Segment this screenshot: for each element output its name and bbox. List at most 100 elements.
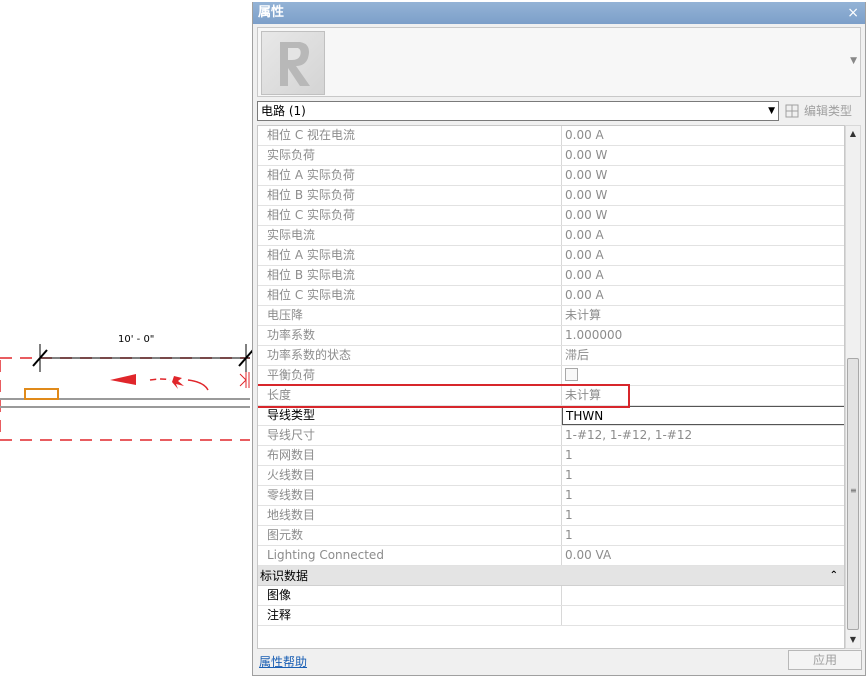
property-value: 未计算 xyxy=(565,388,602,402)
edit-type-label: 编辑类型 xyxy=(804,104,853,118)
revit-logo-icon xyxy=(280,42,310,86)
properties-grid: 相位 C 视在电流 0.00 A 实际负荷 0.00 W 相位 A 实际负荷 0… xyxy=(257,125,845,649)
property-label: 相位 A 实际负荷 xyxy=(258,166,562,185)
property-value: 0.00 A xyxy=(565,228,604,242)
property-label: 相位 C 实际负荷 xyxy=(258,206,562,225)
property-value: 1 xyxy=(565,528,573,542)
property-label: 相位 B 实际负荷 xyxy=(258,186,562,205)
property-label: 平衡负荷 xyxy=(258,366,562,385)
property-row[interactable]: 相位 C 实际电流 0.00 A xyxy=(258,286,844,306)
collapse-icon[interactable]: ⌃ xyxy=(830,566,838,586)
property-label: 地线数目 xyxy=(258,506,562,525)
property-label: 火线数目 xyxy=(258,466,562,485)
property-label: 导线尺寸 xyxy=(258,426,562,445)
property-label: 电压降 xyxy=(258,306,562,325)
property-row[interactable]: 注释 xyxy=(258,606,844,626)
palette-titlebar[interactable]: 属性 × xyxy=(253,2,865,24)
scroll-down-icon[interactable]: ▼ xyxy=(846,632,860,648)
palette-title: 属性 xyxy=(258,5,285,20)
property-row[interactable]: 地线数目 1 xyxy=(258,506,844,526)
scrollbar-thumb[interactable]: ≡ xyxy=(847,358,859,630)
property-row[interactable]: 相位 A 实际负荷 0.00 W xyxy=(258,166,844,186)
group-header-label: 标识数据 xyxy=(260,569,309,583)
group-header-identity-data[interactable]: 标识数据 ⌃ xyxy=(258,566,844,586)
property-row[interactable]: 实际电流 0.00 A xyxy=(258,226,844,246)
property-value: 1.000000 xyxy=(565,328,623,342)
chevron-down-icon[interactable]: ▼ xyxy=(768,102,775,120)
property-value: 未计算 xyxy=(565,308,602,322)
drawing-canvas[interactable]: 10' - 0" xyxy=(0,0,252,677)
property-label: 功率系数 xyxy=(258,326,562,345)
property-value: 0.00 W xyxy=(565,208,608,222)
property-label: 相位 C 实际电流 xyxy=(258,286,562,305)
type-preview[interactable]: ▼ xyxy=(257,27,861,97)
type-selector-value: 电路 (1) xyxy=(261,104,306,118)
type-thumbnail xyxy=(261,31,325,95)
properties-palette: 属性 × ▼ 电路 (1) ▼ 编辑类型 相位 C 视在电流 0.00 A 实际… xyxy=(252,2,866,676)
property-value: 0.00 A xyxy=(565,248,604,262)
property-row[interactable]: 相位 B 实际负荷 0.00 W xyxy=(258,186,844,206)
comments-field[interactable] xyxy=(562,606,844,625)
property-row[interactable]: Lighting Connected 0.00 VA xyxy=(258,546,844,566)
balanced-load-checkbox[interactable] xyxy=(565,368,578,381)
property-value xyxy=(562,366,844,385)
property-label: 功率系数的状态 xyxy=(258,346,562,365)
property-value: 0.00 W xyxy=(565,148,608,162)
apply-button[interactable]: 应用 xyxy=(788,650,862,670)
property-row[interactable]: 功率系数 1.000000 xyxy=(258,326,844,346)
property-row[interactable]: 电压降 未计算 xyxy=(258,306,844,326)
property-label: 布网数目 xyxy=(258,446,562,465)
property-row[interactable]: 布网数目 1 xyxy=(258,446,844,466)
property-label: 长度 xyxy=(258,386,562,405)
property-row[interactable]: 导线尺寸 1-#12, 1-#12, 1-#12 xyxy=(258,426,844,446)
property-row[interactable]: 图元数 1 xyxy=(258,526,844,546)
property-value: 1 xyxy=(565,468,573,482)
image-field[interactable] xyxy=(562,586,844,605)
property-row[interactable]: 功率系数的状态 滞后 xyxy=(258,346,844,366)
property-row[interactable]: 图像 xyxy=(258,586,844,606)
property-row[interactable]: 相位 B 实际电流 0.00 A xyxy=(258,266,844,286)
property-value: 0.00 VA xyxy=(565,548,612,562)
property-row[interactable]: 导线类型 THWN xyxy=(258,406,844,426)
property-value: 0.00 W xyxy=(565,168,608,182)
property-value: 1 xyxy=(565,448,573,462)
property-row[interactable]: 相位 A 实际电流 0.00 A xyxy=(258,246,844,266)
properties-help-link[interactable]: 属性帮助 xyxy=(259,653,307,670)
property-row[interactable]: 相位 C 实际负荷 0.00 W xyxy=(258,206,844,226)
property-row[interactable]: 平衡负荷 xyxy=(258,366,844,386)
property-label: 实际负荷 xyxy=(258,146,562,165)
property-label: 导线类型 xyxy=(258,406,562,425)
close-icon[interactable]: × xyxy=(847,2,859,24)
property-value: 1 xyxy=(565,488,573,502)
wire-type-input[interactable]: THWN xyxy=(562,406,844,425)
property-value: 1 xyxy=(565,508,573,522)
property-label: 实际电流 xyxy=(258,226,562,245)
property-row[interactable]: 火线数目 1 xyxy=(258,466,844,486)
property-value: 1-#12, 1-#12, 1-#12 xyxy=(565,428,693,442)
property-value: 0.00 W xyxy=(565,188,608,202)
scroll-up-icon[interactable]: ▲ xyxy=(846,126,860,142)
property-label: 注释 xyxy=(258,606,562,625)
property-label: 零线数目 xyxy=(258,486,562,505)
property-value: 滞后 xyxy=(565,348,590,362)
edit-type-button[interactable]: 编辑类型 xyxy=(785,102,852,120)
preview-dropdown-icon[interactable]: ▼ xyxy=(850,56,857,66)
type-selector-dropdown[interactable]: 电路 (1) ▼ xyxy=(257,101,779,121)
property-row[interactable]: 实际负荷 0.00 W xyxy=(258,146,844,166)
edit-type-icon xyxy=(785,104,799,118)
property-label: 相位 A 实际电流 xyxy=(258,246,562,265)
dimension-label: 10' - 0" xyxy=(118,334,155,345)
vertical-scrollbar[interactable]: ▲ ≡ ▼ xyxy=(845,125,861,649)
property-label: Lighting Connected xyxy=(258,546,562,565)
property-label: 相位 B 实际电流 xyxy=(258,266,562,285)
property-value: 0.00 A xyxy=(565,128,604,142)
property-label: 图元数 xyxy=(258,526,562,545)
property-row[interactable]: 长度 未计算 xyxy=(258,386,844,406)
property-value: 0.00 A xyxy=(565,288,604,302)
property-label: 图像 xyxy=(258,586,562,605)
property-row[interactable]: 零线数目 1 xyxy=(258,486,844,506)
property-row[interactable]: 相位 C 视在电流 0.00 A xyxy=(258,126,844,146)
property-label: 相位 C 视在电流 xyxy=(258,126,562,145)
grip-icon: ≡ xyxy=(850,486,857,495)
property-value: 0.00 A xyxy=(565,268,604,282)
